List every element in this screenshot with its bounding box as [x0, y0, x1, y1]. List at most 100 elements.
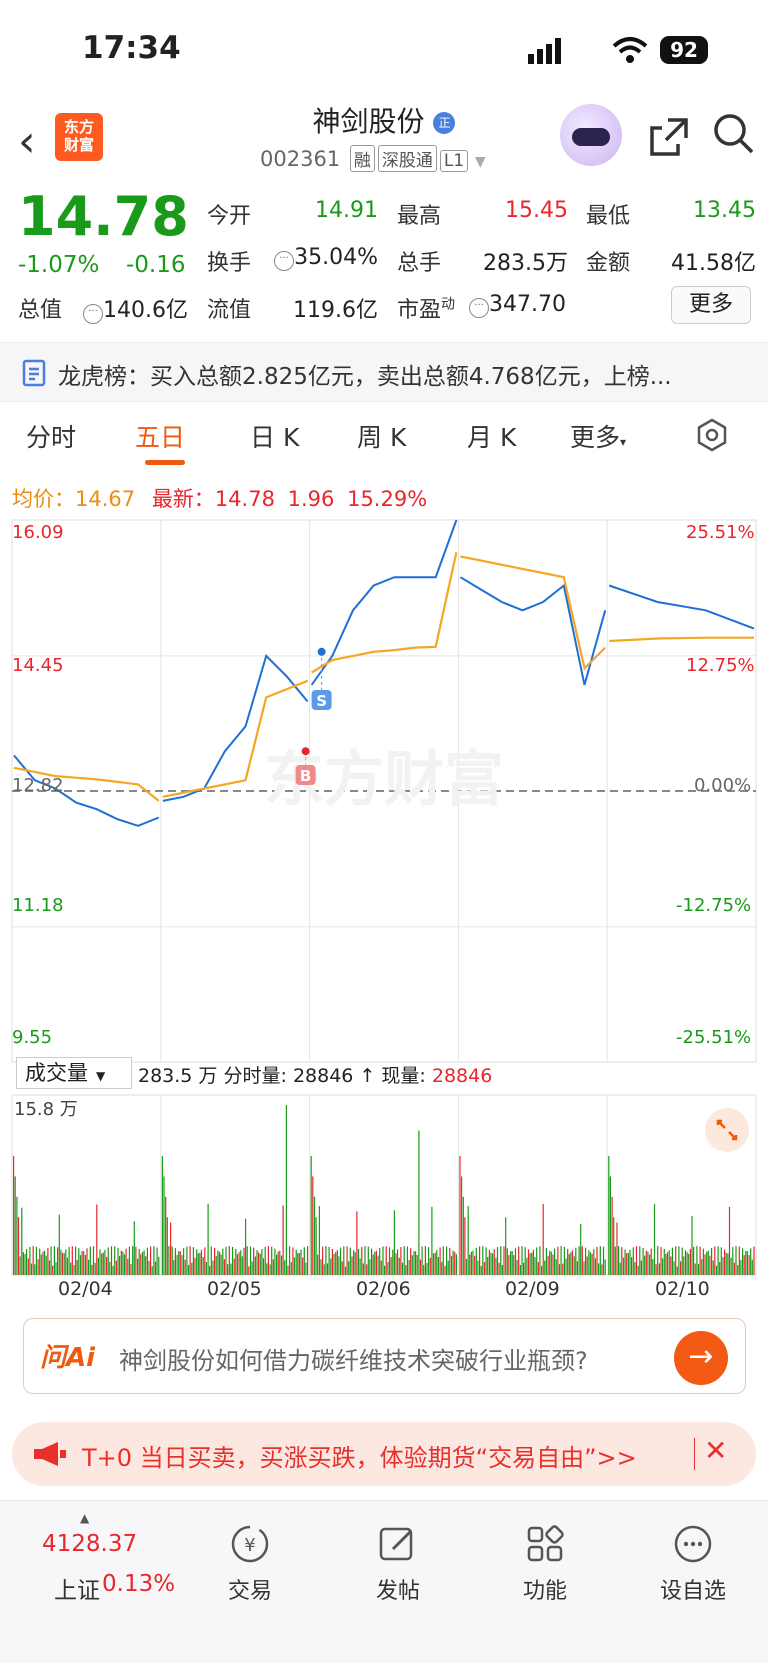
latest-price: 14.78	[214, 487, 275, 511]
info-dots-icon[interactable]: ···	[469, 298, 490, 318]
volume-bar	[14, 1176, 16, 1275]
volume-bar	[581, 1246, 583, 1275]
turnover-value: ··· 35.04%	[262, 245, 378, 271]
volume-bar	[406, 1246, 408, 1275]
volume-bar	[594, 1258, 596, 1275]
dragon-tiger-banner[interactable]: 龙虎榜：买入总额2.825亿元，卖出总额4.768亿元，上榜...	[0, 342, 768, 402]
volume-bar	[547, 1255, 549, 1275]
volume-bar	[45, 1255, 47, 1275]
status-time: 17:34	[82, 30, 181, 66]
volume-bar	[369, 1259, 371, 1275]
volume-bar	[371, 1248, 373, 1275]
volume-bar	[465, 1259, 468, 1275]
volume-bar	[207, 1203, 209, 1275]
volume-bar	[743, 1255, 745, 1275]
volume-bar	[527, 1249, 530, 1275]
volume-bar	[305, 1262, 307, 1275]
promo-banner[interactable]: T+0 当日买卖，买涨买跌，体验期货“交易自由”>> ✕	[12, 1422, 756, 1486]
volume-bar	[76, 1260, 78, 1275]
volume-bar	[645, 1250, 647, 1275]
volume-bar	[63, 1253, 65, 1275]
volume-bar	[549, 1250, 551, 1275]
volume-bar	[629, 1249, 631, 1275]
tab-intraday[interactable]: 分时	[26, 418, 76, 454]
tab-five-day[interactable]: 五日	[135, 418, 185, 454]
volume-bar	[711, 1247, 713, 1275]
volume-bar	[57, 1247, 59, 1275]
volume-bar	[47, 1247, 49, 1275]
volume-bar	[657, 1246, 659, 1275]
volume-bar	[400, 1247, 402, 1275]
volume-bar	[123, 1254, 126, 1275]
volume-bar	[550, 1251, 552, 1275]
volume-indicator-select[interactable]: 成交量 ▼	[16, 1057, 132, 1089]
volume-bar	[349, 1247, 351, 1275]
volume-bar	[125, 1248, 127, 1275]
volume-bar	[330, 1258, 332, 1275]
close-icon[interactable]: ✕	[704, 1434, 727, 1467]
volume-bar	[145, 1256, 147, 1275]
more-quote-button[interactable]: 更多	[671, 286, 751, 324]
tab-more[interactable]: 更多▾	[570, 418, 626, 454]
volume-bar	[146, 1247, 148, 1275]
ai-question-box[interactable]: 问Ai 神剑股份如何借力碳纤维技术突破行业瓶颈? →	[23, 1318, 746, 1394]
volume-bar	[96, 1204, 98, 1275]
ai-question-text: 神剑股份如何借力碳纤维技术突破行业瓶颈?	[119, 1347, 588, 1375]
volume-bar	[302, 1257, 304, 1275]
arrow-right-icon[interactable]: →	[674, 1331, 728, 1385]
low-label: 最低	[586, 204, 631, 229]
volume-bar	[212, 1260, 214, 1275]
volume-bar	[474, 1255, 476, 1275]
volume-bar	[289, 1246, 291, 1275]
volume-bar	[745, 1251, 747, 1275]
volume-bar	[516, 1259, 518, 1275]
ai-robot-avatar[interactable]	[560, 104, 622, 166]
share-icon[interactable]	[648, 116, 690, 158]
volume-bar	[163, 1176, 165, 1275]
volume-bar	[338, 1256, 340, 1275]
search-icon[interactable]	[712, 112, 756, 156]
volume-bar	[560, 1246, 562, 1275]
tab-monthly-k[interactable]: 月 K	[467, 418, 516, 454]
volume-bar	[178, 1251, 180, 1275]
volume-frame	[11, 1094, 757, 1276]
expand-icon[interactable]	[705, 1108, 749, 1152]
volume-bar	[357, 1249, 360, 1275]
volume-bar	[671, 1247, 673, 1275]
volume-bar	[173, 1259, 175, 1275]
info-dots-icon[interactable]: ···	[83, 304, 104, 324]
stock-code-row[interactable]: 002361 融深股通 L1 ▼	[260, 145, 486, 172]
gear-icon[interactable]	[695, 418, 729, 452]
volume-bar	[437, 1256, 439, 1275]
volume-bar	[166, 1217, 168, 1275]
pe-label: 市盈动	[397, 296, 456, 323]
volume-bar	[130, 1264, 132, 1275]
y-right-tick: 0.00%	[694, 775, 752, 796]
volume-bar	[55, 1262, 57, 1275]
volume-bar	[511, 1251, 513, 1275]
marker-dot	[301, 747, 310, 756]
chart-stats: 均价：14.67 最新：14.78 1.96 15.29%	[12, 487, 428, 511]
info-dots-icon[interactable]: ···	[274, 251, 295, 271]
nav-trade[interactable]: ¥ 交易	[205, 1521, 295, 1605]
volume-bar	[267, 1246, 269, 1275]
tab-weekly-k[interactable]: 周 K	[357, 418, 406, 454]
volume-bar	[30, 1263, 33, 1275]
volume-bar	[498, 1262, 500, 1275]
volume-bar	[599, 1246, 601, 1275]
volume-bar	[44, 1250, 46, 1275]
turnover-label: 换手	[207, 251, 252, 276]
tab-daily-k[interactable]: 日 K	[250, 418, 299, 454]
volume-bar	[385, 1246, 387, 1275]
volume-bar	[71, 1246, 73, 1275]
volume-bar	[154, 1261, 157, 1275]
nav-functions[interactable]: 功能	[500, 1521, 590, 1605]
five-day-chart[interactable]: 东方财富 BS	[0, 510, 768, 1300]
nav-add-watchlist[interactable]: 设自选	[648, 1521, 738, 1605]
name-badge-icon: 正	[433, 112, 456, 134]
nav-post[interactable]: 发帖	[353, 1521, 443, 1605]
volume-bar	[377, 1255, 379, 1275]
divider	[694, 1438, 695, 1470]
volume-bar	[141, 1252, 144, 1275]
volume-bar	[461, 1176, 463, 1275]
